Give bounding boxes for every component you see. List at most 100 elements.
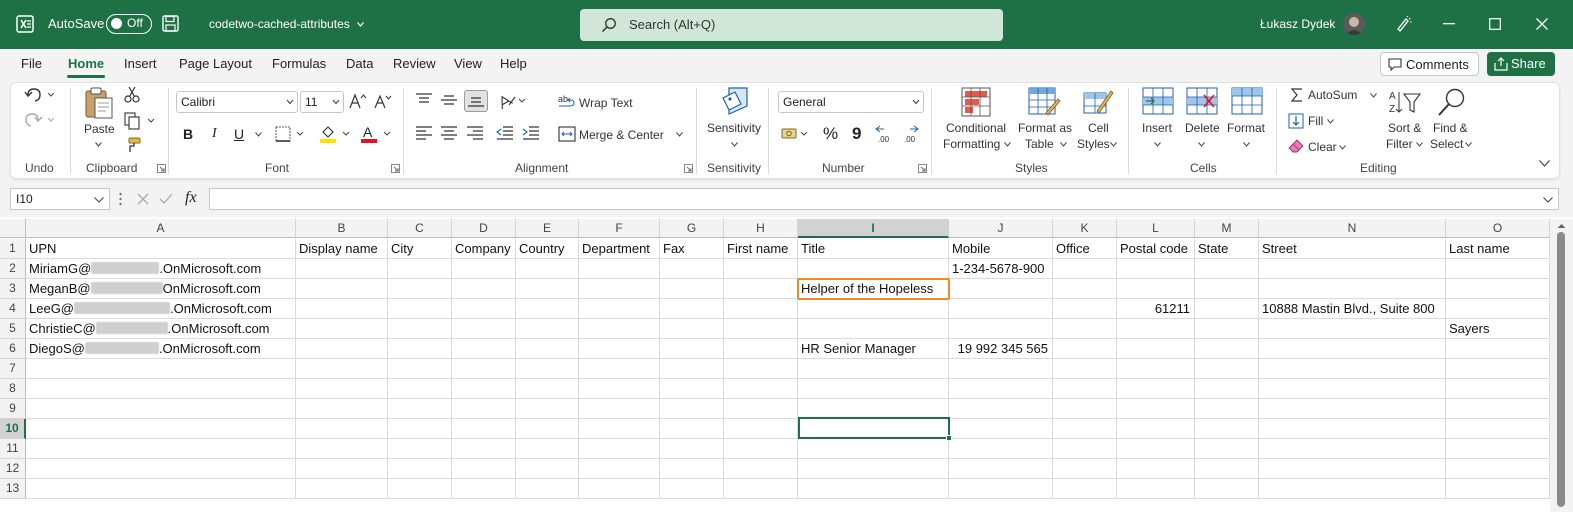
autosum-icon[interactable] — [1290, 88, 1304, 102]
cell-a7[interactable] — [26, 359, 296, 379]
cell-a6[interactable]: DiegoS@ .OnMicrosoft.com — [26, 339, 296, 359]
cell-i8[interactable] — [798, 379, 949, 399]
cell-b8[interactable] — [296, 379, 388, 399]
fill-icon[interactable] — [1288, 113, 1304, 129]
decrease-indent-icon[interactable] — [496, 126, 514, 140]
chevron-down-icon[interactable] — [357, 22, 364, 27]
cell-f11[interactable] — [579, 439, 660, 459]
cell-o3[interactable] — [1446, 279, 1550, 299]
cell-k13[interactable] — [1053, 479, 1117, 499]
cell-l5[interactable] — [1117, 319, 1195, 339]
cell-j6[interactable]: 19 992 345 565 — [949, 339, 1053, 359]
dialog-launcher-icon[interactable] — [157, 164, 166, 173]
cell-h9[interactable] — [724, 399, 798, 419]
row-header-5[interactable]: 5 — [0, 319, 26, 339]
column-header-f[interactable]: F — [579, 219, 660, 238]
formula-input[interactable] — [209, 188, 1559, 210]
cell-l4[interactable]: 61211 — [1117, 299, 1195, 319]
cell-b3[interactable] — [296, 279, 388, 299]
cell-k1[interactable]: Office — [1053, 239, 1117, 259]
cell-g11[interactable] — [660, 439, 724, 459]
document-name[interactable]: codetwo-cached-attributes — [209, 17, 350, 31]
cell-c4[interactable] — [388, 299, 452, 319]
tab-help[interactable]: Help — [500, 56, 527, 71]
find-select-label-2[interactable]: Select — [1430, 137, 1463, 151]
orientation-icon[interactable] — [497, 93, 527, 109]
conditional-formatting-label-2[interactable]: Formatting — [943, 137, 1000, 151]
cell-b1[interactable]: Display name — [296, 239, 388, 259]
redo-icon[interactable] — [24, 111, 54, 129]
cell-a13[interactable] — [26, 479, 296, 499]
cell-e10[interactable] — [516, 419, 579, 439]
cell-m3[interactable] — [1195, 279, 1259, 299]
cell-styles-label-2[interactable]: Styles — [1077, 137, 1110, 151]
cell-k8[interactable] — [1053, 379, 1117, 399]
cell-e11[interactable] — [516, 439, 579, 459]
cell-j13[interactable] — [949, 479, 1053, 499]
expand-formula-bar-icon[interactable] — [1543, 197, 1553, 203]
cell-styles-icon[interactable] — [1083, 87, 1115, 119]
font-name-select[interactable]: Calibri — [176, 91, 298, 113]
dialog-launcher-icon[interactable] — [684, 164, 693, 173]
align-right-icon[interactable] — [466, 126, 484, 140]
number-format-select[interactable]: General — [778, 91, 924, 113]
column-header-l[interactable]: L — [1117, 219, 1195, 238]
tab-view[interactable]: View — [454, 56, 482, 71]
cell-a11[interactable] — [26, 439, 296, 459]
cell-f4[interactable] — [579, 299, 660, 319]
tab-insert[interactable]: Insert — [124, 56, 157, 71]
active-cell-selection[interactable] — [798, 417, 952, 441]
column-header-b[interactable]: B — [296, 219, 388, 238]
cell-k7[interactable] — [1053, 359, 1117, 379]
cell-styles-label-1[interactable]: Cell — [1088, 121, 1109, 135]
bold-button[interactable]: B — [183, 126, 193, 142]
column-header-a[interactable]: A — [26, 219, 296, 238]
cell-j7[interactable] — [949, 359, 1053, 379]
format-painter-icon[interactable] — [124, 137, 142, 153]
cell-a1[interactable]: UPN — [26, 239, 296, 259]
cell-b9[interactable] — [296, 399, 388, 419]
cell-o13[interactable] — [1446, 479, 1550, 499]
format-as-table-label-2[interactable]: Table — [1025, 137, 1054, 151]
row-header-1[interactable]: 1 — [0, 239, 26, 259]
cell-b12[interactable] — [296, 459, 388, 479]
paste-label[interactable]: Paste — [84, 122, 115, 136]
pen-icon[interactable] — [1394, 15, 1412, 33]
cell-h10[interactable] — [724, 419, 798, 439]
insert-label[interactable]: Insert — [1142, 121, 1172, 135]
cell-d11[interactable] — [452, 439, 516, 459]
percent-style-button[interactable]: % — [823, 124, 838, 144]
cell-c1[interactable]: City — [388, 239, 452, 259]
cell-i1[interactable]: Title — [798, 239, 949, 259]
avatar[interactable] — [1343, 13, 1365, 35]
cell-e5[interactable] — [516, 319, 579, 339]
insert-cells-icon[interactable] — [1142, 87, 1174, 115]
cell-m8[interactable] — [1195, 379, 1259, 399]
cell-h4[interactable] — [724, 299, 798, 319]
cell-f2[interactable] — [579, 259, 660, 279]
cell-e6[interactable] — [516, 339, 579, 359]
cell-e1[interactable]: Country — [516, 239, 579, 259]
cell-h7[interactable] — [724, 359, 798, 379]
cell-c2[interactable] — [388, 259, 452, 279]
cell-l10[interactable] — [1117, 419, 1195, 439]
cell-g2[interactable] — [660, 259, 724, 279]
cell-a5[interactable]: ChristieC@ .OnMicrosoft.com — [26, 319, 296, 339]
row-header-13[interactable]: 13 — [0, 479, 26, 499]
cell-m7[interactable] — [1195, 359, 1259, 379]
delete-label[interactable]: Delete — [1185, 121, 1220, 135]
cell-e3[interactable] — [516, 279, 579, 299]
cell-o4[interactable] — [1446, 299, 1550, 319]
comments-button[interactable]: Comments — [1380, 52, 1479, 76]
cell-i11[interactable] — [798, 439, 949, 459]
save-icon[interactable] — [162, 15, 179, 32]
column-header-o[interactable]: O — [1446, 219, 1550, 238]
cell-n5[interactable] — [1259, 319, 1446, 339]
cell-h13[interactable] — [724, 479, 798, 499]
chevron-down-icon[interactable] — [1243, 142, 1250, 147]
increase-font-size-icon[interactable] — [349, 93, 367, 109]
cell-e2[interactable] — [516, 259, 579, 279]
cell-c13[interactable] — [388, 479, 452, 499]
chevron-down-icon[interactable] — [255, 132, 262, 137]
cell-m6[interactable] — [1195, 339, 1259, 359]
